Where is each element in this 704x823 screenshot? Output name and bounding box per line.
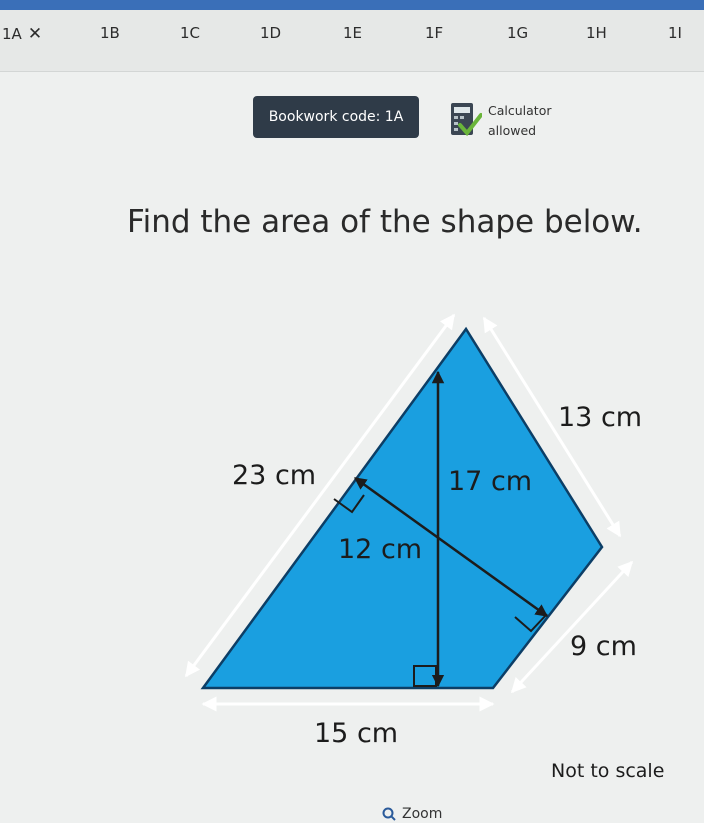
not-to-scale-note: Not to scale	[551, 760, 665, 782]
question-text: Find the area of the shape below.	[127, 204, 643, 240]
tab-1i[interactable]: 1I	[668, 24, 682, 42]
tab-1c[interactable]: 1C	[180, 24, 200, 42]
tab-1e[interactable]: 1E	[343, 24, 362, 42]
tab-1f[interactable]: 1F	[425, 24, 443, 42]
tab-1b[interactable]: 1B	[100, 24, 120, 42]
tab-1a-label: 1A	[2, 25, 22, 43]
zoom-label: Zoom	[402, 806, 443, 822]
close-icon[interactable]: ✕	[28, 24, 42, 44]
label-perpendicular: 12 cm	[338, 534, 422, 565]
calculator-status: Calculator allowed	[488, 101, 551, 141]
zoom-button[interactable]: Zoom	[382, 806, 442, 822]
calculator-label: Calculator	[488, 103, 552, 118]
bookwork-code-badge: Bookwork code: 1A	[253, 96, 419, 138]
tab-1g[interactable]: 1G	[507, 24, 528, 42]
tab-1a[interactable]: 1A ✕	[2, 24, 42, 44]
magnifier-icon	[382, 807, 396, 821]
tab-1h[interactable]: 1H	[586, 24, 607, 42]
shape-diagram: 23 cm 13 cm 17 cm 12 cm 9 cm 15 cm	[184, 313, 642, 749]
tab-1d[interactable]: 1D	[260, 24, 281, 42]
label-base: 15 cm	[314, 718, 398, 749]
label-slant-left: 23 cm	[232, 460, 316, 491]
label-height: 17 cm	[448, 466, 532, 497]
question-tab-bar: 1A ✕ 1B 1C 1D 1E 1F 1G 1H 1I	[0, 10, 704, 72]
top-strip	[0, 0, 704, 10]
label-slant-right: 13 cm	[558, 402, 642, 433]
calculator-allowed: allowed	[488, 123, 537, 138]
label-right-lower: 9 cm	[570, 631, 637, 662]
calculator-icon	[451, 103, 482, 137]
